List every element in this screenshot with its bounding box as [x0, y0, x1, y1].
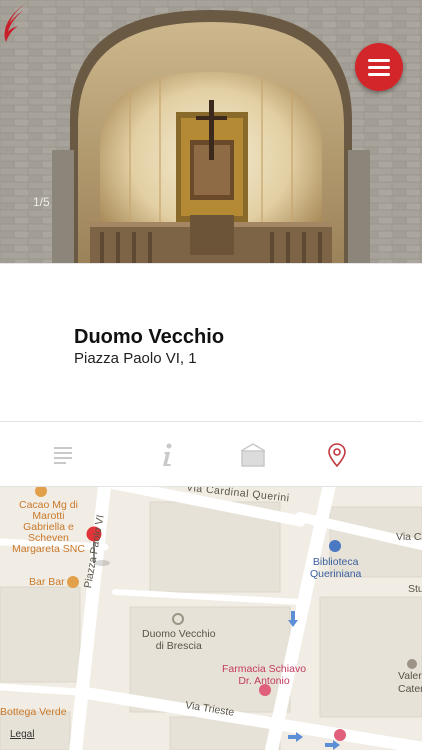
text-lines-icon	[54, 447, 72, 464]
place-info-card: Duomo Vecchio Piazza Paolo VI, 1	[0, 263, 422, 421]
place-address: Piazza Paolo VI, 1	[74, 350, 197, 367]
location-pin-icon	[328, 443, 346, 467]
street-label: Cater	[398, 683, 422, 695]
tab-description[interactable]	[33, 422, 93, 488]
poi-duomo-vecchio[interactable]: Duomo Vecchio di Brescia	[142, 628, 216, 652]
hamburger-menu-icon	[368, 58, 390, 62]
map-legal-link[interactable]: Legal	[10, 729, 34, 740]
church-interior-photo	[0, 0, 422, 263]
street-label: Via Ca	[396, 531, 422, 543]
detail-tab-bar	[0, 421, 422, 487]
street-label: Stu	[408, 583, 422, 595]
poi-biblioteca[interactable]: Biblioteca Queriniana	[310, 556, 361, 580]
photo-counter: 1/5	[33, 195, 50, 209]
location-map[interactable]: Via Cardinal Querini Piazza Paolo VI Via…	[0, 487, 422, 750]
street-label: Valeri	[398, 670, 422, 682]
poi-cacao[interactable]: Cacao Mg di Marotti Gabriella e Scheven …	[12, 500, 85, 555]
wing-logo-icon[interactable]	[0, 0, 30, 44]
tab-gallery[interactable]	[223, 422, 283, 488]
poi-bottega-verde[interactable]: Bottega Verde	[0, 706, 67, 718]
tab-map[interactable]	[307, 422, 367, 488]
poi-farmacia[interactable]: Farmacia Schiavo Dr. Antonio	[222, 663, 306, 687]
hamburger-menu-button[interactable]	[355, 43, 403, 91]
info-icon	[163, 443, 172, 466]
hero-photo[interactable]: 1/5	[0, 0, 422, 263]
place-title: Duomo Vecchio	[74, 326, 225, 348]
poi-bar-bar[interactable]: Bar Bar	[29, 576, 65, 588]
gallery-icon	[240, 443, 266, 467]
tab-info[interactable]	[137, 422, 197, 488]
